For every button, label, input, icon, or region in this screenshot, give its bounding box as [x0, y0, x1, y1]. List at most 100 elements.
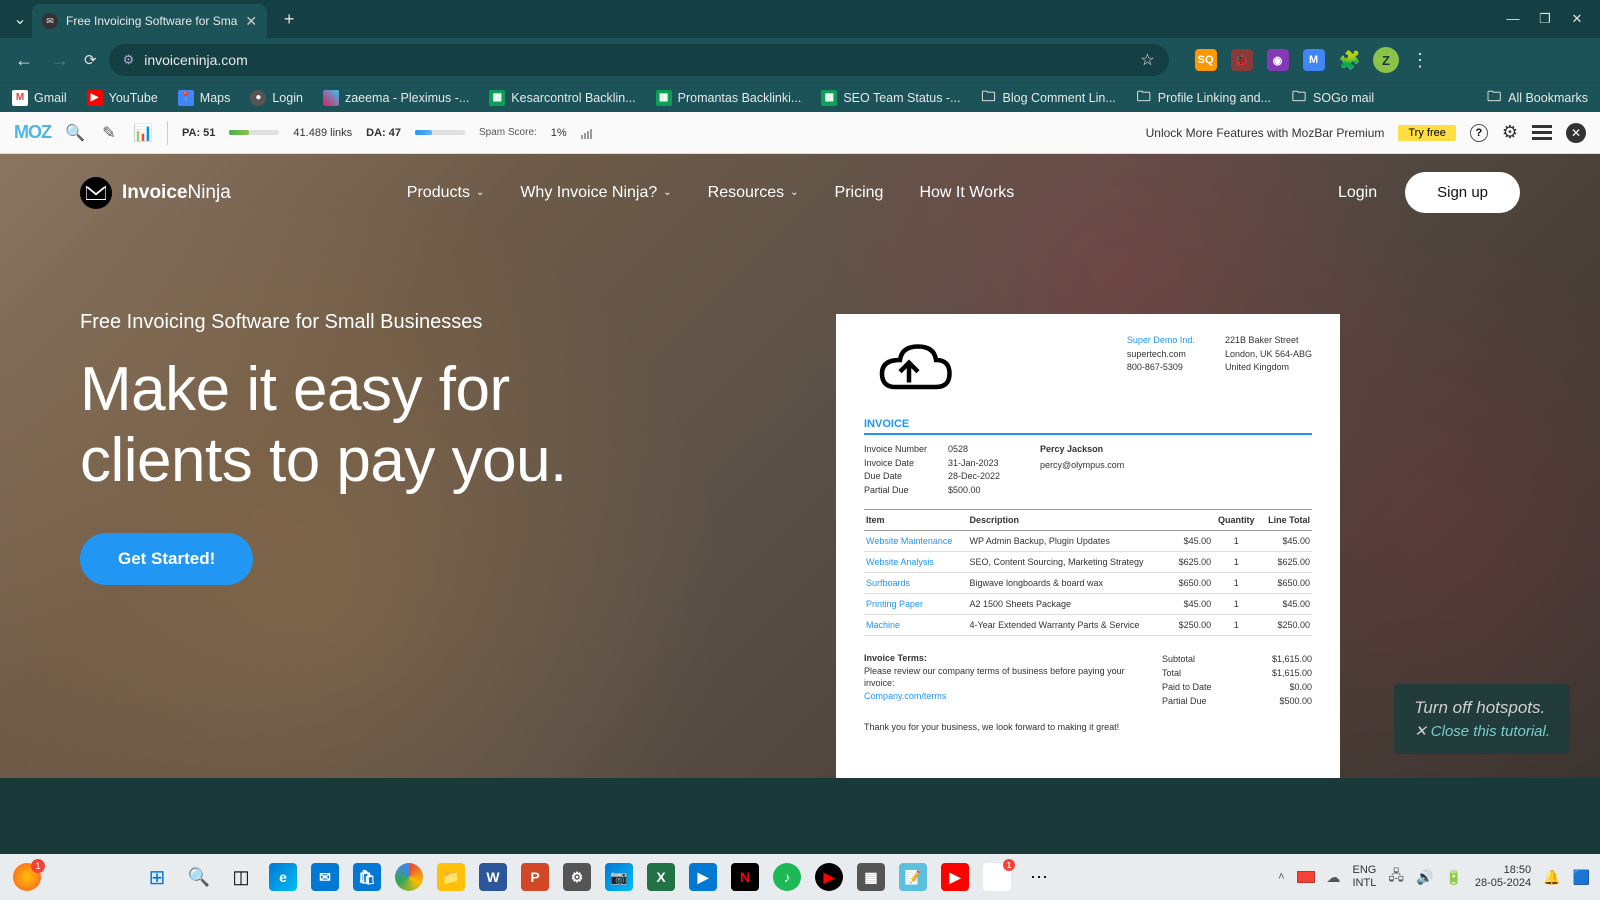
hero-title: Make it easy for clients to pay you. — [80, 354, 680, 497]
login-link[interactable]: Login — [1338, 184, 1377, 202]
taskbar-notepad-icon[interactable]: 📝 — [896, 860, 930, 894]
extension-ig-icon[interactable]: ◉ — [1267, 49, 1289, 71]
taskbar-ytmusic-icon[interactable]: ▶ — [812, 860, 846, 894]
tray-chevron-icon[interactable]: ˄ — [1278, 871, 1284, 883]
tray-flag-icon[interactable] — [1297, 871, 1315, 883]
taskbar-photos-icon[interactable]: 📷 — [602, 860, 636, 894]
company-address: 221B Baker Street London, UK 564-ABG Uni… — [1225, 334, 1312, 404]
back-button[interactable]: ← — [12, 50, 36, 71]
taskbar-explorer-icon[interactable]: 📁 — [434, 860, 468, 894]
sheet-icon: ▦ — [489, 90, 505, 106]
language-indicator[interactable]: ENGINTL — [1353, 864, 1377, 890]
moz-unlock-text: Unlock More Features with MozBar Premium — [1146, 126, 1385, 140]
bookmark-sheet3[interactable]: ▦SEO Team Status -... — [821, 90, 960, 106]
taskbar-mail-icon[interactable]: ✉ — [308, 860, 342, 894]
bookmark-gmail[interactable]: MGmail — [12, 90, 67, 106]
moz-help-icon[interactable]: ? — [1470, 124, 1488, 142]
new-tab-button[interactable]: + — [275, 5, 303, 33]
taskbar-taskview-icon[interactable]: ◫ — [224, 860, 258, 894]
bookmark-star-icon[interactable]: ☆ — [1140, 50, 1154, 70]
nav-pricing[interactable]: Pricing — [835, 184, 884, 202]
taskbar-word-icon[interactable]: W — [476, 860, 510, 894]
taskbar-more-icon[interactable]: ⋯ — [1022, 860, 1056, 894]
invoice-preview: Super Demo Ind. supertech.com 800-867-53… — [836, 314, 1340, 778]
tutorial-close-link[interactable]: ✕Close this tutorial. — [1414, 722, 1550, 740]
hero-section: Free Invoicing Software for Small Busine… — [0, 231, 1600, 585]
bookmark-sheet1[interactable]: ▦Kesarcontrol Backlin... — [489, 90, 635, 106]
maximize-button[interactable]: ❐ — [1538, 11, 1552, 27]
nav-resources[interactable]: Resources⌄ — [708, 184, 799, 202]
get-started-button[interactable]: Get Started! — [80, 533, 253, 585]
taskbar-excel-icon[interactable]: X — [644, 860, 678, 894]
taskbar-slack-icon[interactable]: 1⁂ — [980, 860, 1014, 894]
moz-menu-icon[interactable] — [1532, 131, 1552, 134]
tray-volume-icon[interactable]: 🔊 — [1416, 869, 1433, 886]
browser-tab[interactable]: ✉ Free Invoicing Software for Sma ✕ — [32, 4, 267, 38]
moz-logo[interactable]: MOZ — [14, 122, 51, 143]
taskbar-weather-icon[interactable] — [10, 860, 44, 894]
extension-sq-icon[interactable]: SQ — [1195, 49, 1217, 71]
tray-copilot-icon[interactable]: 🟦 — [1573, 869, 1590, 886]
invoice-thanks: Thank you for your business, we look for… — [864, 722, 1312, 732]
sheet-icon: ▦ — [821, 90, 837, 106]
extension-icons: SQ 🐞 ◉ M 🧩 — [1195, 49, 1361, 71]
close-icon[interactable]: ✕ — [245, 13, 257, 30]
minimize-button[interactable]: — — [1506, 11, 1520, 27]
tray-onedrive-icon[interactable]: ☁ — [1327, 869, 1341, 886]
nav-how[interactable]: How It Works — [919, 184, 1014, 202]
start-button[interactable]: ⊞ — [140, 860, 174, 894]
taskbar-clock[interactable]: 18:5028-05-2024 — [1475, 864, 1531, 890]
taskbar-movies-icon[interactable]: ▶ — [686, 860, 720, 894]
taskbar-chrome-icon[interactable] — [392, 860, 426, 894]
moz-links: 41.489 links — [293, 127, 352, 139]
table-row: Machine4-Year Extended Warranty Parts & … — [864, 615, 1312, 636]
signup-button[interactable]: Sign up — [1405, 172, 1520, 213]
tray-network-icon[interactable]: 🖧 — [1388, 865, 1404, 889]
taskbar-store-icon[interactable]: 🛍 — [350, 860, 384, 894]
tab-search-dropdown[interactable]: ⌄ — [8, 7, 32, 31]
site-logo[interactable]: InvoiceNinja — [80, 177, 231, 209]
nav-why[interactable]: Why Invoice Ninja?⌄ — [520, 184, 671, 202]
extension-bug-icon[interactable]: 🐞 — [1231, 49, 1253, 71]
moz-highlight-icon[interactable]: ✎ — [99, 123, 119, 143]
moz-close-icon[interactable]: ✕ — [1566, 123, 1586, 143]
browser-menu-icon[interactable]: ⋮ — [1411, 50, 1429, 71]
bookmark-folder1[interactable]: 🗀Blog Comment Lin... — [981, 90, 1116, 106]
profile-avatar[interactable]: Z — [1373, 47, 1399, 73]
tray-notifications-icon[interactable]: 🔔 — [1543, 869, 1560, 886]
moz-search-icon[interactable]: 🔍 — [65, 123, 85, 143]
browser-tab-strip: ⌄ ✉ Free Invoicing Software for Sma ✕ + … — [0, 0, 1600, 38]
bookmark-youtube[interactable]: ▶YouTube — [87, 90, 158, 106]
reload-button[interactable]: ⟳ — [84, 51, 97, 69]
taskbar-spotify-icon[interactable]: ♪ — [770, 860, 804, 894]
tray-battery-icon[interactable]: 🔋 — [1445, 869, 1462, 886]
window-controls: — ❐ ✕ — [1506, 11, 1592, 27]
bookmark-maps[interactable]: 📍Maps — [178, 90, 231, 106]
bookmark-login[interactable]: ●Login — [250, 90, 303, 106]
extension-m-icon[interactable]: M — [1303, 49, 1325, 71]
forward-button[interactable]: → — [48, 50, 72, 71]
all-bookmarks-button[interactable]: 🗀All Bookmarks — [1486, 90, 1588, 106]
address-bar[interactable]: ⚙ invoiceninja.com ☆ — [109, 44, 1169, 76]
bookmark-folder2[interactable]: 🗀Profile Linking and... — [1136, 90, 1271, 106]
site-info-icon[interactable]: ⚙ — [123, 52, 135, 68]
moz-try-free-button[interactable]: Try free — [1398, 125, 1456, 141]
close-window-button[interactable]: ✕ — [1570, 11, 1584, 27]
chevron-down-icon: ⌄ — [663, 187, 671, 198]
bookmark-folder3[interactable]: 🗀SOGo mail — [1291, 90, 1374, 106]
taskbar-youtube-icon[interactable]: ▶ — [938, 860, 972, 894]
extensions-puzzle-icon[interactable]: 🧩 — [1339, 50, 1361, 71]
nav-products[interactable]: Products⌄ — [407, 184, 485, 202]
taskbar-netflix-icon[interactable]: N — [728, 860, 762, 894]
taskbar-settings-icon[interactable]: ⚙ — [560, 860, 594, 894]
bookmark-sheet2[interactable]: ▦Promantas Backlinki... — [656, 90, 802, 106]
slack-icon — [323, 90, 339, 106]
bookmark-slack[interactable]: zaeema - Pleximus -... — [323, 90, 469, 106]
taskbar-powerpoint-icon[interactable]: P — [518, 860, 552, 894]
moz-settings-icon[interactable]: ⚙ — [1502, 122, 1518, 143]
tutorial-hotspots-text: Turn off hotspots. — [1414, 698, 1550, 718]
taskbar-edge-icon[interactable]: e — [266, 860, 300, 894]
taskbar-calculator-icon[interactable]: ▦ — [854, 860, 888, 894]
taskbar-search-icon[interactable]: 🔍 — [182, 860, 216, 894]
moz-page-icon[interactable]: 📊 — [133, 123, 153, 143]
